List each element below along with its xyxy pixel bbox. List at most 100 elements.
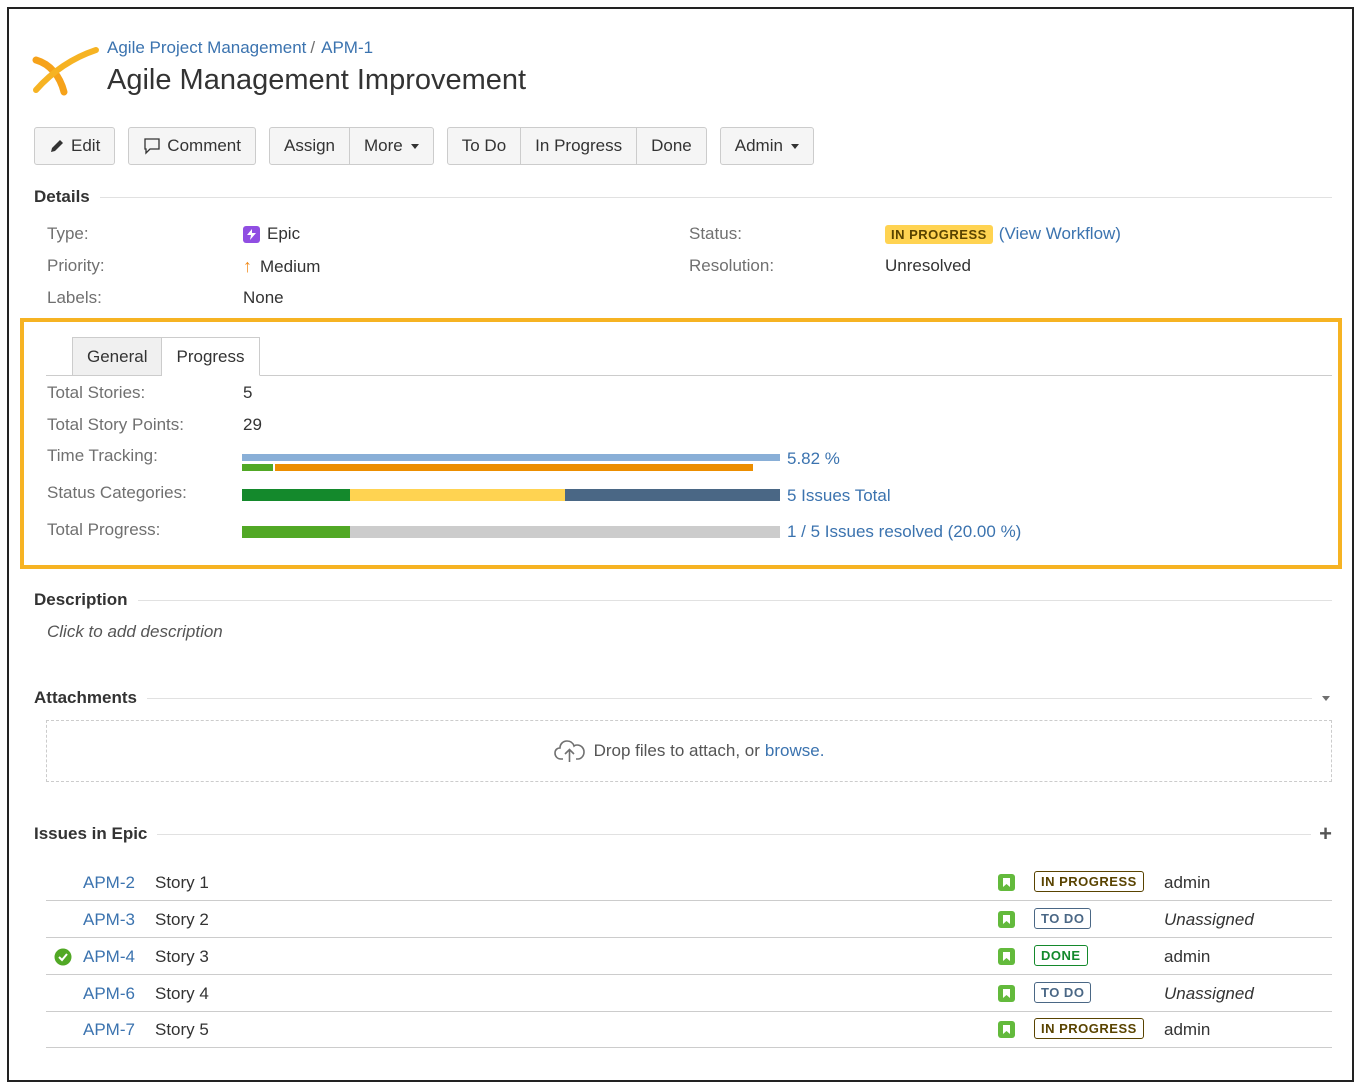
table-row[interactable]: APM-7 Story 5 IN PROGRESS admin xyxy=(46,1011,1332,1048)
status-label: Status: xyxy=(689,224,742,243)
issues-in-epic-section-header[interactable]: Issues in Epic + xyxy=(34,823,1332,845)
issue-key-link[interactable]: APM-4 xyxy=(83,947,135,967)
issue-summary-link[interactable]: Story 3 xyxy=(155,947,209,967)
edit-button-label: Edit xyxy=(71,136,101,155)
divider xyxy=(146,697,1312,699)
to-do-button[interactable]: To Do xyxy=(446,127,522,165)
issue-key-link[interactable]: APM-7 xyxy=(83,1020,135,1040)
view-workflow-link[interactable]: (View Workflow) xyxy=(999,224,1121,244)
status-badge: TO DO xyxy=(1034,908,1092,929)
breadcrumb-issue-link[interactable]: APM-1 xyxy=(321,38,373,57)
status-badge: IN PROGRESS xyxy=(1034,1018,1144,1039)
type-value: Epic xyxy=(243,224,300,244)
total-progress-label: Total Progress: xyxy=(47,520,161,539)
add-issue-icon[interactable]: + xyxy=(1319,823,1332,845)
labels-label: Labels: xyxy=(47,288,102,307)
table-row[interactable]: APM-3 Story 2 TO DO Unassigned xyxy=(46,901,1332,938)
issues-resolved-link[interactable]: 1 / 5 Issues resolved (20.00 %) xyxy=(787,522,1021,542)
story-icon xyxy=(998,948,1015,965)
chevron-down-icon xyxy=(790,143,799,149)
priority-value: ↑ Medium xyxy=(243,256,320,277)
assignee: admin xyxy=(1164,873,1211,892)
description-placeholder[interactable]: Click to add description xyxy=(47,622,223,642)
attachments-section-header[interactable]: Attachments xyxy=(34,688,1332,708)
issue-key-link[interactable]: APM-2 xyxy=(83,873,135,893)
total-story-points-label: Total Story Points: xyxy=(47,415,185,434)
issue-summary-link[interactable]: Story 1 xyxy=(155,873,209,893)
admin-group: Admin xyxy=(719,127,814,165)
issue-key-link[interactable]: APM-6 xyxy=(83,984,135,1004)
time-tracking-original-bar xyxy=(242,454,780,461)
chevron-down-icon[interactable] xyxy=(1320,689,1332,707)
story-icon xyxy=(998,985,1015,1002)
time-tracking-percent-link[interactable]: 5.82 % xyxy=(787,449,840,469)
breadcrumb-separator: / xyxy=(310,38,316,57)
description-section-header[interactable]: Description xyxy=(34,590,1332,610)
issue-key-link[interactable]: APM-3 xyxy=(83,910,135,930)
chevron-down-icon xyxy=(410,143,419,149)
status-todo-bar[interactable] xyxy=(565,489,780,501)
assignee: Unassigned xyxy=(1164,910,1254,929)
status-badge: TO DO xyxy=(1034,982,1092,1003)
issue-summary-link[interactable]: Story 2 xyxy=(155,910,209,930)
status-done-bar[interactable] xyxy=(242,489,350,501)
assignee: admin xyxy=(1164,1020,1211,1039)
time-tracking-logged-bar xyxy=(242,464,273,471)
project-logo-icon[interactable] xyxy=(30,42,100,102)
cloud-upload-icon xyxy=(553,740,585,762)
status-badge: DONE xyxy=(1034,945,1088,966)
status-in-progress-bar[interactable] xyxy=(350,489,565,501)
total-stories-value: 5 xyxy=(243,383,253,402)
workflow-group: To Do In Progress Done xyxy=(446,127,707,165)
status-value: IN PROGRESS (View Workflow) xyxy=(885,224,1121,244)
browse-link[interactable]: browse. xyxy=(765,741,825,761)
description-heading: Description xyxy=(34,590,128,609)
divider xyxy=(99,196,1332,198)
time-tracking-label: Time Tracking: xyxy=(47,446,158,465)
issues-total-link[interactable]: 5 Issues Total xyxy=(787,486,891,506)
status-badge: IN PROGRESS xyxy=(885,224,993,244)
story-icon xyxy=(998,874,1015,891)
more-button-label: More xyxy=(364,136,403,155)
more-button[interactable]: More xyxy=(350,127,434,165)
comment-button-label: Comment xyxy=(167,136,241,155)
admin-button-label: Admin xyxy=(734,136,783,155)
assign-more-group: Assign More xyxy=(268,127,434,165)
assignee: admin xyxy=(1164,947,1211,966)
issue-summary-link[interactable]: Story 4 xyxy=(155,984,209,1004)
breadcrumb-project-link[interactable]: Agile Project Management xyxy=(107,38,306,57)
story-icon xyxy=(998,911,1015,928)
type-label: Type: xyxy=(47,224,89,243)
in-progress-button[interactable]: In Progress xyxy=(521,127,638,165)
details-heading: Details xyxy=(34,187,90,206)
priority-value-text: Medium xyxy=(260,256,321,276)
edit-group: Edit xyxy=(34,127,116,165)
table-row[interactable]: APM-6 Story 4 TO DO Unassigned xyxy=(46,975,1332,1012)
edit-button[interactable]: Edit xyxy=(34,127,116,165)
resolved-check-icon xyxy=(54,948,72,971)
drop-files-text: Drop files to attach, or xyxy=(593,741,760,760)
divider xyxy=(137,599,1332,601)
comment-icon xyxy=(144,138,160,155)
comment-button[interactable]: Comment xyxy=(128,127,256,165)
time-tracking-remaining-bar xyxy=(275,464,753,471)
issue-summary-link[interactable]: Story 5 xyxy=(155,1020,209,1040)
tab-general[interactable]: General xyxy=(72,337,163,376)
tab-progress[interactable]: Progress xyxy=(162,337,260,376)
table-row[interactable]: APM-2 Story 1 IN PROGRESS admin xyxy=(46,864,1332,901)
total-stories-label: Total Stories: xyxy=(47,383,146,402)
details-section-header[interactable]: Details xyxy=(34,187,1332,207)
attachment-dropzone[interactable]: Drop files to attach, or browse. xyxy=(46,720,1332,782)
labels-value: None xyxy=(243,288,284,307)
resolution-label: Resolution: xyxy=(689,256,775,275)
arrow-up-icon: ↑ xyxy=(243,256,252,276)
issue-title: Agile Management Improvement xyxy=(107,64,527,96)
done-button[interactable]: Done xyxy=(637,127,707,165)
assign-button[interactable]: Assign xyxy=(268,127,351,165)
status-badge: IN PROGRESS xyxy=(1034,871,1144,892)
table-row[interactable]: APM-4 Story 3 DONE admin xyxy=(46,938,1332,975)
admin-button[interactable]: Admin xyxy=(719,127,814,165)
total-progress-resolved-bar xyxy=(242,526,350,538)
resolution-value: Unresolved xyxy=(885,256,971,275)
attachments-heading: Attachments xyxy=(34,688,137,707)
